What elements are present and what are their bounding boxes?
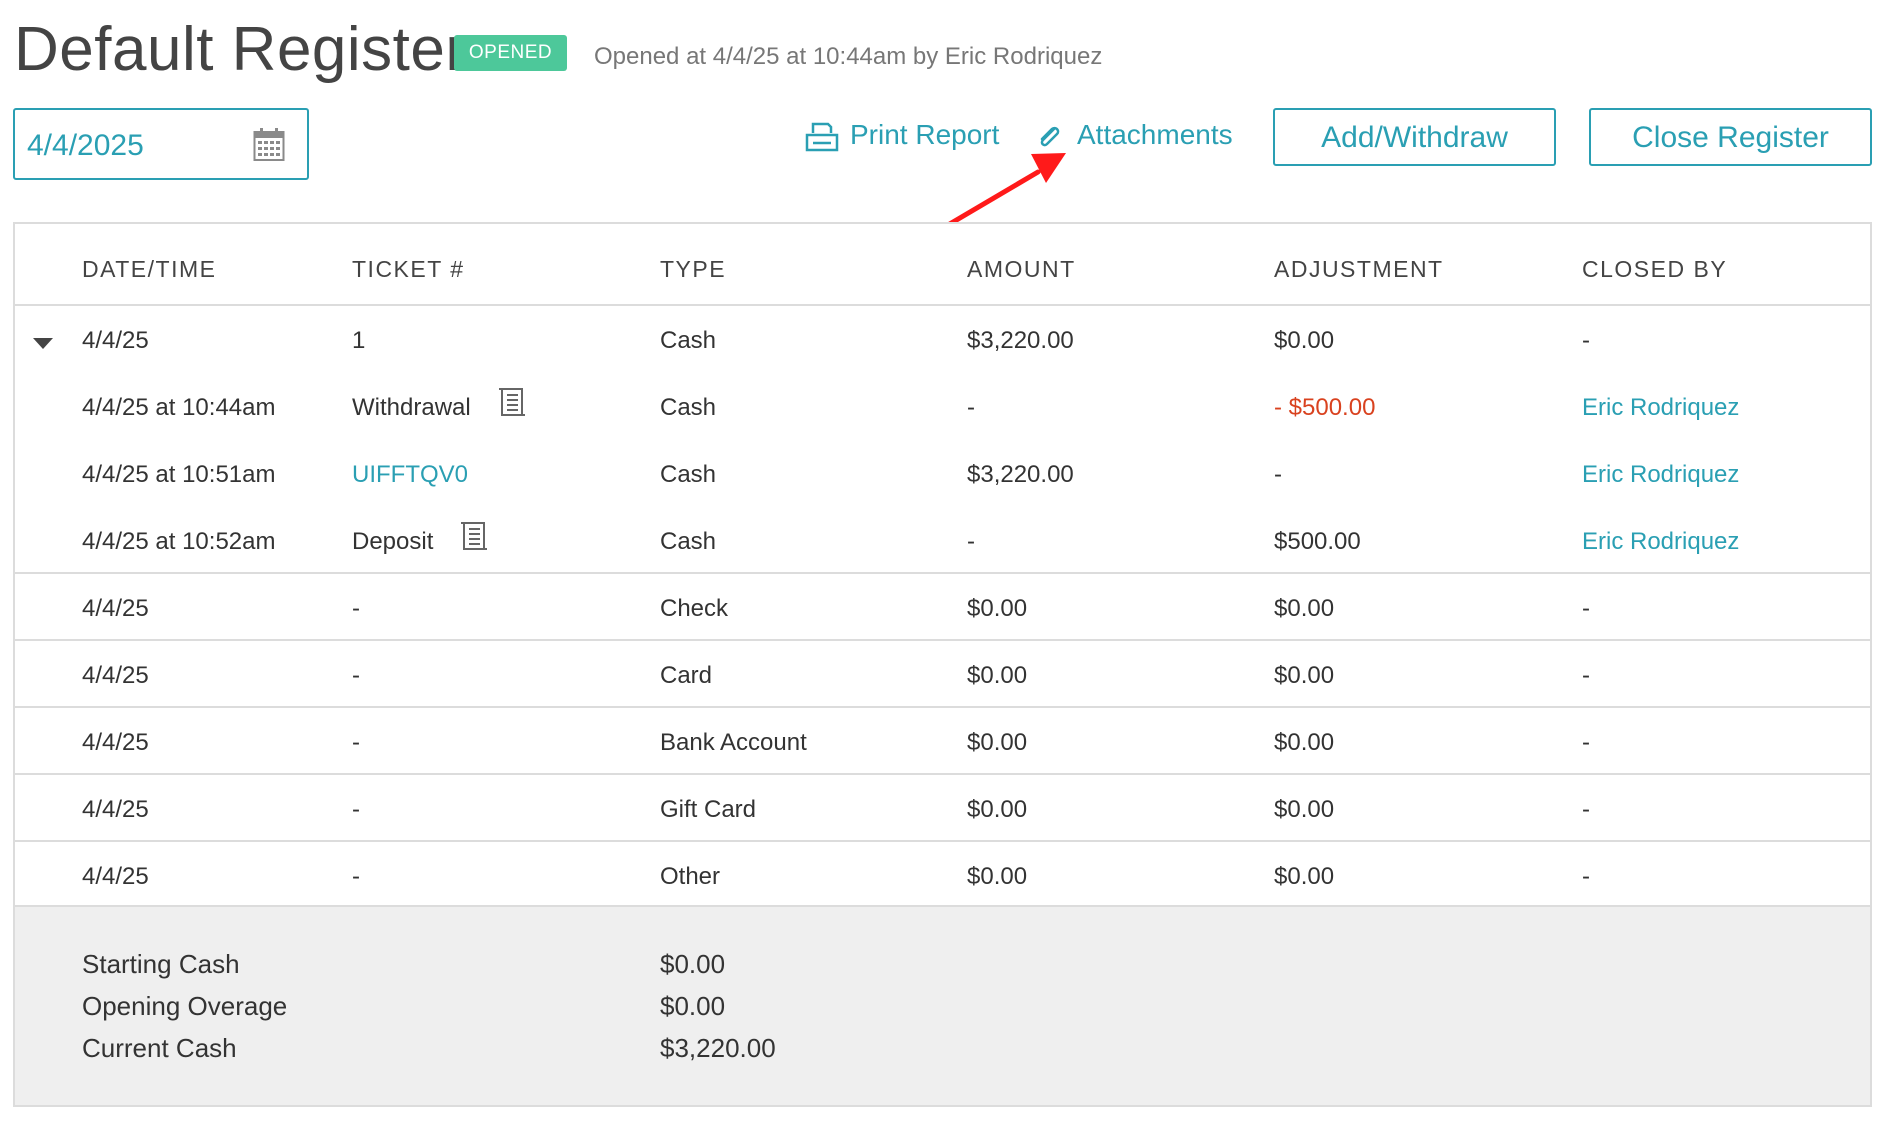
column-header-closed-by: CLOSED BY (1582, 256, 1728, 282)
cell-closed-by: - (1582, 863, 1590, 890)
cell-ticket: - (352, 863, 360, 890)
cell-type: Gift Card (660, 796, 757, 823)
summary-value: $0.00 (660, 991, 726, 1021)
cell-ticket: Withdrawal (352, 394, 471, 421)
calendar-icon[interactable] (253, 127, 285, 162)
cell-type: Other (660, 863, 721, 890)
attachments-link[interactable]: Attachments (1035, 119, 1233, 151)
cell-amount: $0.00 (967, 662, 1028, 689)
closed-by-link[interactable]: Eric Rodriquez (1582, 528, 1739, 556)
cell-date: 4/4/25 at 10:51am (82, 461, 276, 488)
closed-by-link[interactable]: Eric Rodriquez (1582, 461, 1739, 489)
cell-amount: $0.00 (967, 729, 1028, 756)
cell-date: 4/4/25 (82, 729, 149, 756)
cell-adjustment: - (1274, 461, 1282, 488)
cell-closed-by: - (1582, 729, 1590, 756)
table-row-bank-account: 4/4/25 - Bank Account $0.00 $0.00 - (15, 708, 1870, 775)
cell-amount: - (967, 528, 975, 555)
ticket-link[interactable]: UIFFTQV0 (352, 461, 468, 489)
cell-amount: $3,220.00 (967, 461, 1074, 488)
cell-date: 4/4/25 (82, 327, 149, 354)
cell-ticket: - (352, 729, 360, 756)
table-header: DATE/TIME TICKET # TYPE AMOUNT ADJUSTMEN… (15, 224, 1870, 306)
register-table: DATE/TIME TICKET # TYPE AMOUNT ADJUSTMEN… (13, 222, 1872, 1107)
cash-summary: Starting Cash $0.00 Opening Overage $0.0… (15, 905, 1870, 1105)
cell-adjustment: $500.00 (1274, 528, 1361, 555)
cell-closed-by: - (1582, 595, 1590, 622)
paperclip-icon (1040, 126, 1060, 147)
status-badge: OPENED (454, 35, 567, 71)
cell-date: 4/4/25 at 10:44am (82, 394, 276, 421)
table-subrow-withdrawal: 4/4/25 at 10:44am Withdrawal Cash - - $5… (15, 373, 1870, 440)
cell-amount: - (967, 394, 975, 421)
closed-by-link[interactable]: Eric Rodriquez (1582, 394, 1739, 422)
receipt-icon[interactable] (497, 386, 527, 418)
cell-amount: $0.00 (967, 595, 1028, 622)
attachments-label: Attachments (1077, 119, 1233, 150)
summary-label: Opening Overage (82, 991, 288, 1021)
cell-ticket: Deposit (352, 528, 434, 555)
table-row-card: 4/4/25 - Card $0.00 $0.00 - (15, 641, 1870, 708)
print-report-link[interactable]: Print Report (804, 119, 1000, 152)
cell-amount: $3,220.00 (967, 327, 1074, 354)
summary-label: Starting Cash (82, 949, 240, 979)
cell-type: Bank Account (660, 729, 807, 756)
table-subrow-deposit: 4/4/25 at 10:52am Deposit Cash - $500.00… (15, 507, 1870, 574)
cell-closed-by: - (1582, 327, 1590, 354)
cell-amount: $0.00 (967, 863, 1028, 890)
cell-ticket: - (352, 796, 360, 823)
receipt-icon[interactable] (459, 520, 489, 552)
cell-ticket: - (352, 662, 360, 689)
cell-adjustment: $0.00 (1274, 729, 1335, 756)
cell-adjustment: $0.00 (1274, 327, 1335, 354)
cell-amount: $0.00 (967, 796, 1028, 823)
table-row-check: 4/4/25 - Check $0.00 $0.00 - (15, 574, 1870, 641)
cell-date: 4/4/25 (82, 662, 149, 689)
caret-down-icon[interactable] (33, 338, 53, 349)
summary-value: $0.00 (660, 949, 726, 979)
cell-closed-by: - (1582, 796, 1590, 823)
cell-adjustment: $0.00 (1274, 662, 1335, 689)
cell-closed-by: - (1582, 662, 1590, 689)
cell-adjustment: $0.00 (1274, 595, 1335, 622)
opened-info: Opened at 4/4/25 at 10:44am by Eric Rodr… (594, 43, 1103, 70)
cell-ticket: - (352, 595, 360, 622)
printer-icon (805, 122, 839, 152)
date-picker-field[interactable]: 4/4/2025 (13, 108, 309, 180)
cell-ticket: 1 (352, 327, 366, 354)
cell-type: Check (660, 595, 729, 622)
close-register-button[interactable]: Close Register (1589, 108, 1872, 166)
table-row-gift-card: 4/4/25 - Gift Card $0.00 $0.00 - (15, 775, 1870, 842)
column-header-date: DATE/TIME (82, 256, 217, 282)
column-header-adjustment: ADJUSTMENT (1274, 256, 1444, 282)
print-report-label: Print Report (850, 119, 1000, 150)
cell-date: 4/4/25 (82, 863, 149, 890)
table-subrow-sale: 4/4/25 at 10:51am UIFFTQV0 Cash $3,220.0… (15, 440, 1870, 507)
cell-type: Cash (660, 394, 717, 421)
cell-adjustment: $0.00 (1274, 863, 1335, 890)
cell-adjustment-negative: - $500.00 (1274, 394, 1376, 421)
column-header-amount: AMOUNT (967, 256, 1076, 282)
table-row-other: 4/4/25 - Other $0.00 $0.00 - (15, 842, 1870, 909)
cell-date: 4/4/25 (82, 595, 149, 622)
cell-type: Card (660, 662, 713, 689)
page-title: Default Register (14, 15, 467, 84)
column-header-type: TYPE (660, 256, 727, 282)
column-header-ticket: TICKET # (352, 256, 465, 282)
date-value: 4/4/2025 (27, 129, 144, 162)
cell-type: Cash (660, 327, 717, 354)
table-row-cash-group[interactable]: 4/4/25 1 Cash $3,220.00 $0.00 - (15, 306, 1870, 373)
cell-adjustment: $0.00 (1274, 796, 1335, 823)
cell-type: Cash (660, 461, 717, 488)
cell-date: 4/4/25 (82, 796, 149, 823)
add-withdraw-button[interactable]: Add/Withdraw (1273, 108, 1556, 166)
cell-type: Cash (660, 528, 717, 555)
summary-value: $3,220.00 (660, 1033, 776, 1063)
cell-date: 4/4/25 at 10:52am (82, 528, 276, 555)
summary-label: Current Cash (82, 1033, 237, 1063)
